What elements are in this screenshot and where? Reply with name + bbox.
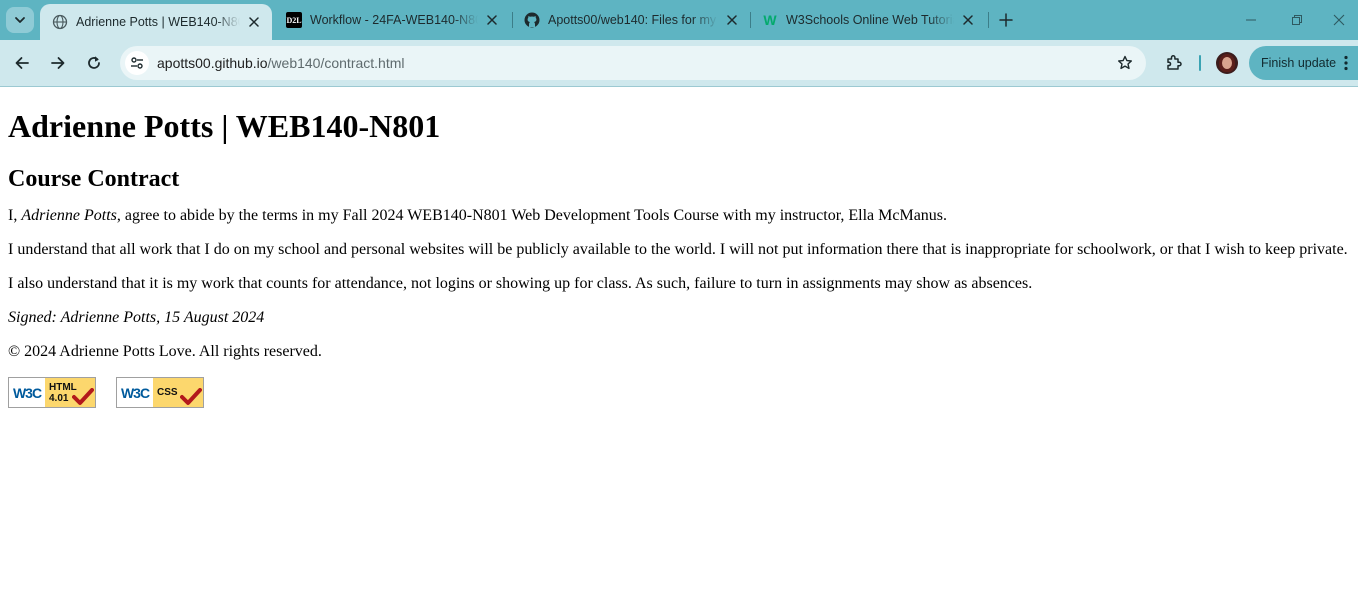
- close-tab-icon[interactable]: [246, 14, 262, 30]
- d2l-icon: D2L: [286, 12, 302, 28]
- w3c-logo: W3C: [12, 384, 42, 401]
- github-icon: [524, 12, 540, 28]
- more-menu-icon: [1344, 55, 1348, 71]
- validation-badges: W3C HTML 4.01 W3C CSS: [8, 377, 1350, 408]
- tab-title: Apotts00/web140: Files for my: [548, 13, 717, 27]
- close-window-button[interactable]: [1320, 0, 1358, 40]
- address-bar[interactable]: apotts00.github.io/web140/contract.html: [120, 46, 1146, 80]
- reload-button[interactable]: [80, 49, 108, 77]
- tab-title: W3Schools Online Web Tutorials: [786, 13, 954, 27]
- browser-toolbar: apotts00.github.io/web140/contract.html …: [0, 40, 1358, 87]
- w3c-css-badge[interactable]: W3C CSS: [116, 377, 204, 408]
- back-button[interactable]: [8, 49, 36, 77]
- url-text: apotts00.github.io/web140/contract.html: [157, 55, 405, 71]
- restore-icon: [1292, 15, 1302, 25]
- checkmark-icon: [72, 388, 94, 405]
- section-heading: Course Contract: [8, 166, 180, 192]
- arrow-left-icon: [15, 57, 29, 69]
- page-title: Adrienne Potts | WEB140-N801: [8, 108, 441, 144]
- contract-paragraph-privacy: I understand that all work that I do on …: [8, 241, 1348, 258]
- d2l-icon-text: D2L: [286, 15, 302, 25]
- tab-title: Workflow - 24FA-WEB140-N801: [310, 13, 478, 27]
- minimize-button[interactable]: [1228, 0, 1274, 40]
- w3c-html-badge[interactable]: W3C HTML 4.01: [8, 377, 96, 408]
- finish-update-label: Finish update: [1261, 56, 1337, 70]
- chevron-down-icon: [15, 17, 25, 23]
- plus-icon: [999, 13, 1013, 27]
- tab-search-button[interactable]: [6, 7, 34, 33]
- forward-button[interactable]: [44, 49, 72, 77]
- signature: Signed: Adrienne Potts, 15 August 2024: [8, 309, 1350, 327]
- tab-adrienne-potts[interactable]: Adrienne Potts | WEB140-N801: [40, 4, 272, 40]
- contract-intro: I, Adrienne Potts, agree to abide by the…: [8, 207, 1350, 225]
- reload-icon: [88, 56, 100, 69]
- new-tab-button[interactable]: [994, 9, 1018, 31]
- tab-separator: [988, 12, 989, 28]
- restore-button[interactable]: [1274, 0, 1320, 40]
- tab-github[interactable]: Apotts00/web140: Files for my: [512, 0, 750, 40]
- tab-title: Adrienne Potts | WEB140-N801: [76, 15, 240, 29]
- intro-suffix: , agree to abide by the terms in my Fall…: [116, 207, 948, 224]
- avatar-face: [1222, 57, 1232, 69]
- w3c-logo: W3C: [120, 384, 150, 401]
- close-icon: [1333, 14, 1345, 26]
- w3schools-icon-text: W: [763, 12, 777, 28]
- student-name: Adrienne Potts: [21, 207, 117, 224]
- extensions-button[interactable]: [1162, 52, 1186, 74]
- minimize-icon: [1246, 19, 1256, 21]
- bookmark-star-button[interactable]: [1116, 54, 1134, 72]
- toolbar-separator: [1199, 55, 1201, 71]
- tab-strip: Adrienne Potts | WEB140-N801 D2L Workflo…: [0, 0, 1358, 40]
- arrow-right-icon: [51, 57, 65, 69]
- finish-update-button[interactable]: Finish update: [1249, 46, 1358, 80]
- star-icon: [1118, 55, 1132, 70]
- contract-paragraph-attendance: I also understand that it is my work tha…: [8, 275, 1033, 292]
- tab-w3schools[interactable]: W W3Schools Online Web Tutorials: [750, 0, 986, 40]
- tab-workflow[interactable]: D2L Workflow - 24FA-WEB140-N801: [274, 0, 510, 40]
- close-tab-icon[interactable]: [960, 12, 976, 28]
- close-tab-icon[interactable]: [724, 12, 740, 28]
- intro-prefix: I,: [8, 207, 22, 224]
- checkmark-icon: [180, 388, 202, 405]
- tune-icon: [131, 57, 143, 69]
- url-path: /web140/contract.html: [267, 55, 405, 71]
- site-info-button[interactable]: [125, 51, 149, 75]
- profile-avatar[interactable]: [1216, 52, 1238, 74]
- copyright: © 2024 Adrienne Potts Love. All rights r…: [8, 343, 322, 360]
- signature-text: Signed: Adrienne Potts, 15 August 2024: [8, 309, 265, 326]
- page-content: Adrienne Potts | WEB140-N801 Course Cont…: [8, 87, 1350, 408]
- close-tab-icon[interactable]: [484, 12, 500, 28]
- w3schools-icon: W: [762, 12, 778, 28]
- puzzle-icon: [1167, 55, 1182, 70]
- globe-icon: [52, 14, 68, 30]
- url-domain: apotts00.github.io: [157, 55, 268, 71]
